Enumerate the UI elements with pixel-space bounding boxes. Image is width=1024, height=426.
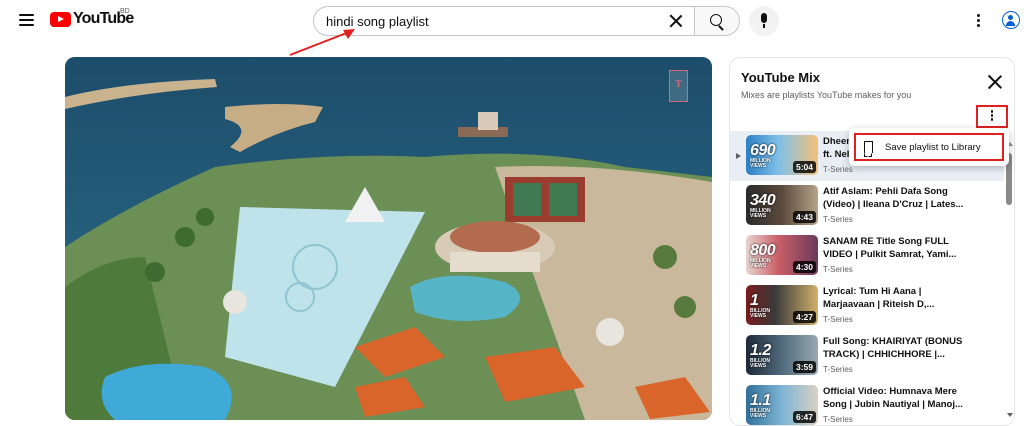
channel-name: T-Series [823, 165, 853, 174]
video-duration: 4:43 [792, 211, 816, 223]
account-button[interactable] [1002, 8, 1024, 32]
account-icon [1002, 11, 1020, 29]
video-thumbnail[interactable]: 1 BILLION VIEWS 4:27 [746, 285, 818, 325]
video-title: Lyrical: Tum Hi Aana | Marjaavaan | Rite… [823, 286, 935, 310]
save-playlist-label: Save playlist to Library [885, 141, 981, 153]
search-button[interactable] [694, 6, 740, 36]
search-bar [313, 6, 740, 36]
video-title: Official Video: Humnava Mere Song | Jubi… [823, 386, 963, 410]
channel-watermark: T [669, 70, 688, 102]
youtube-logo[interactable]: YouTube BD [50, 8, 134, 28]
scroll-down-arrow-icon[interactable] [1007, 413, 1013, 417]
search-input[interactable] [326, 13, 666, 29]
hamburger-icon [18, 14, 34, 16]
settings-menu-icon[interactable] [972, 10, 984, 30]
voice-search-button[interactable] [749, 6, 779, 36]
video-duration: 6:47 [792, 411, 816, 423]
video-title: SANAM RE Title Song FULL VIDEO | Pulkit … [823, 236, 957, 260]
channel-name: T-Series [823, 415, 853, 424]
video-player[interactable]: T [65, 57, 712, 420]
search-icon [710, 14, 722, 26]
playlist-subtitle: Mixes are playlists YouTube makes for yo… [741, 90, 912, 100]
annotation-arrow [289, 29, 355, 56]
bookmark-icon [863, 141, 873, 157]
guide-menu-button[interactable] [14, 8, 38, 32]
youtube-play-icon [50, 11, 71, 27]
playlist-panel: YouTube Mix Mixes are playlists YouTube … [729, 57, 1015, 426]
playlist-item[interactable]: 340 MILLION VIEWS 4:43 Atif Aslam: Pehli … [730, 181, 1004, 231]
video-duration: 3:59 [792, 361, 816, 373]
playlist-actions-menu: Save playlist to Library [849, 128, 1009, 166]
video-thumbnail[interactable]: 1.1 BILLION VIEWS 6:47 [746, 385, 818, 425]
playlist-items: 690 MILLIONVIEWS 5:04 Dheeme Dheeme | To… [730, 131, 1004, 425]
channel-name: T-Series [823, 215, 853, 224]
playlist-item[interactable]: 800 MILLION VIEWS 4:30 SANAM RE Title Son… [730, 231, 1004, 281]
playlist-title: YouTube Mix [741, 70, 820, 85]
video-thumbnail[interactable]: 690 MILLION VIEWS 5:04 [746, 135, 818, 175]
playlist-item[interactable]: 1.2 BILLION VIEWS 3:59 Full Song: KHAIRIY… [730, 331, 1004, 381]
save-playlist-menu-item[interactable]: Save playlist to Library [854, 133, 1004, 161]
channel-name: T-Series [823, 315, 853, 324]
now-playing-icon [736, 153, 741, 159]
video-title: Atif Aslam: Pehli Dafa Song (Video) | Il… [823, 186, 964, 210]
video-title: Full Song: KHAIRIYAT (BONUS TRACK) | CHH… [823, 336, 963, 360]
video-duration: 4:27 [792, 311, 816, 323]
video-thumbnail[interactable]: 1.2 BILLION VIEWS 3:59 [746, 335, 818, 375]
channel-name: T-Series [823, 365, 853, 374]
playlist-more-actions-icon[interactable] [976, 105, 1008, 128]
channel-name: T-Series [823, 265, 853, 274]
playlist-item[interactable]: 1 BILLION VIEWS 4:27 Lyrical: Tum Hi Aana… [730, 281, 1004, 331]
video-duration: 5:04 [792, 161, 816, 173]
video-thumbnail[interactable]: 340 MILLION VIEWS 4:43 [746, 185, 818, 225]
search-box [313, 6, 694, 36]
country-code: BD [120, 8, 130, 15]
playlist-item[interactable]: 1.1 BILLION VIEWS 6:47 Official Video: Hu… [730, 381, 1004, 425]
video-frame [65, 57, 712, 420]
video-thumbnail[interactable]: 800 MILLION VIEWS 4:30 [746, 235, 818, 275]
video-duration: 4:30 [792, 261, 816, 273]
close-icon[interactable] [987, 74, 1003, 90]
microphone-icon [761, 13, 767, 23]
clear-search-icon[interactable] [666, 11, 686, 31]
